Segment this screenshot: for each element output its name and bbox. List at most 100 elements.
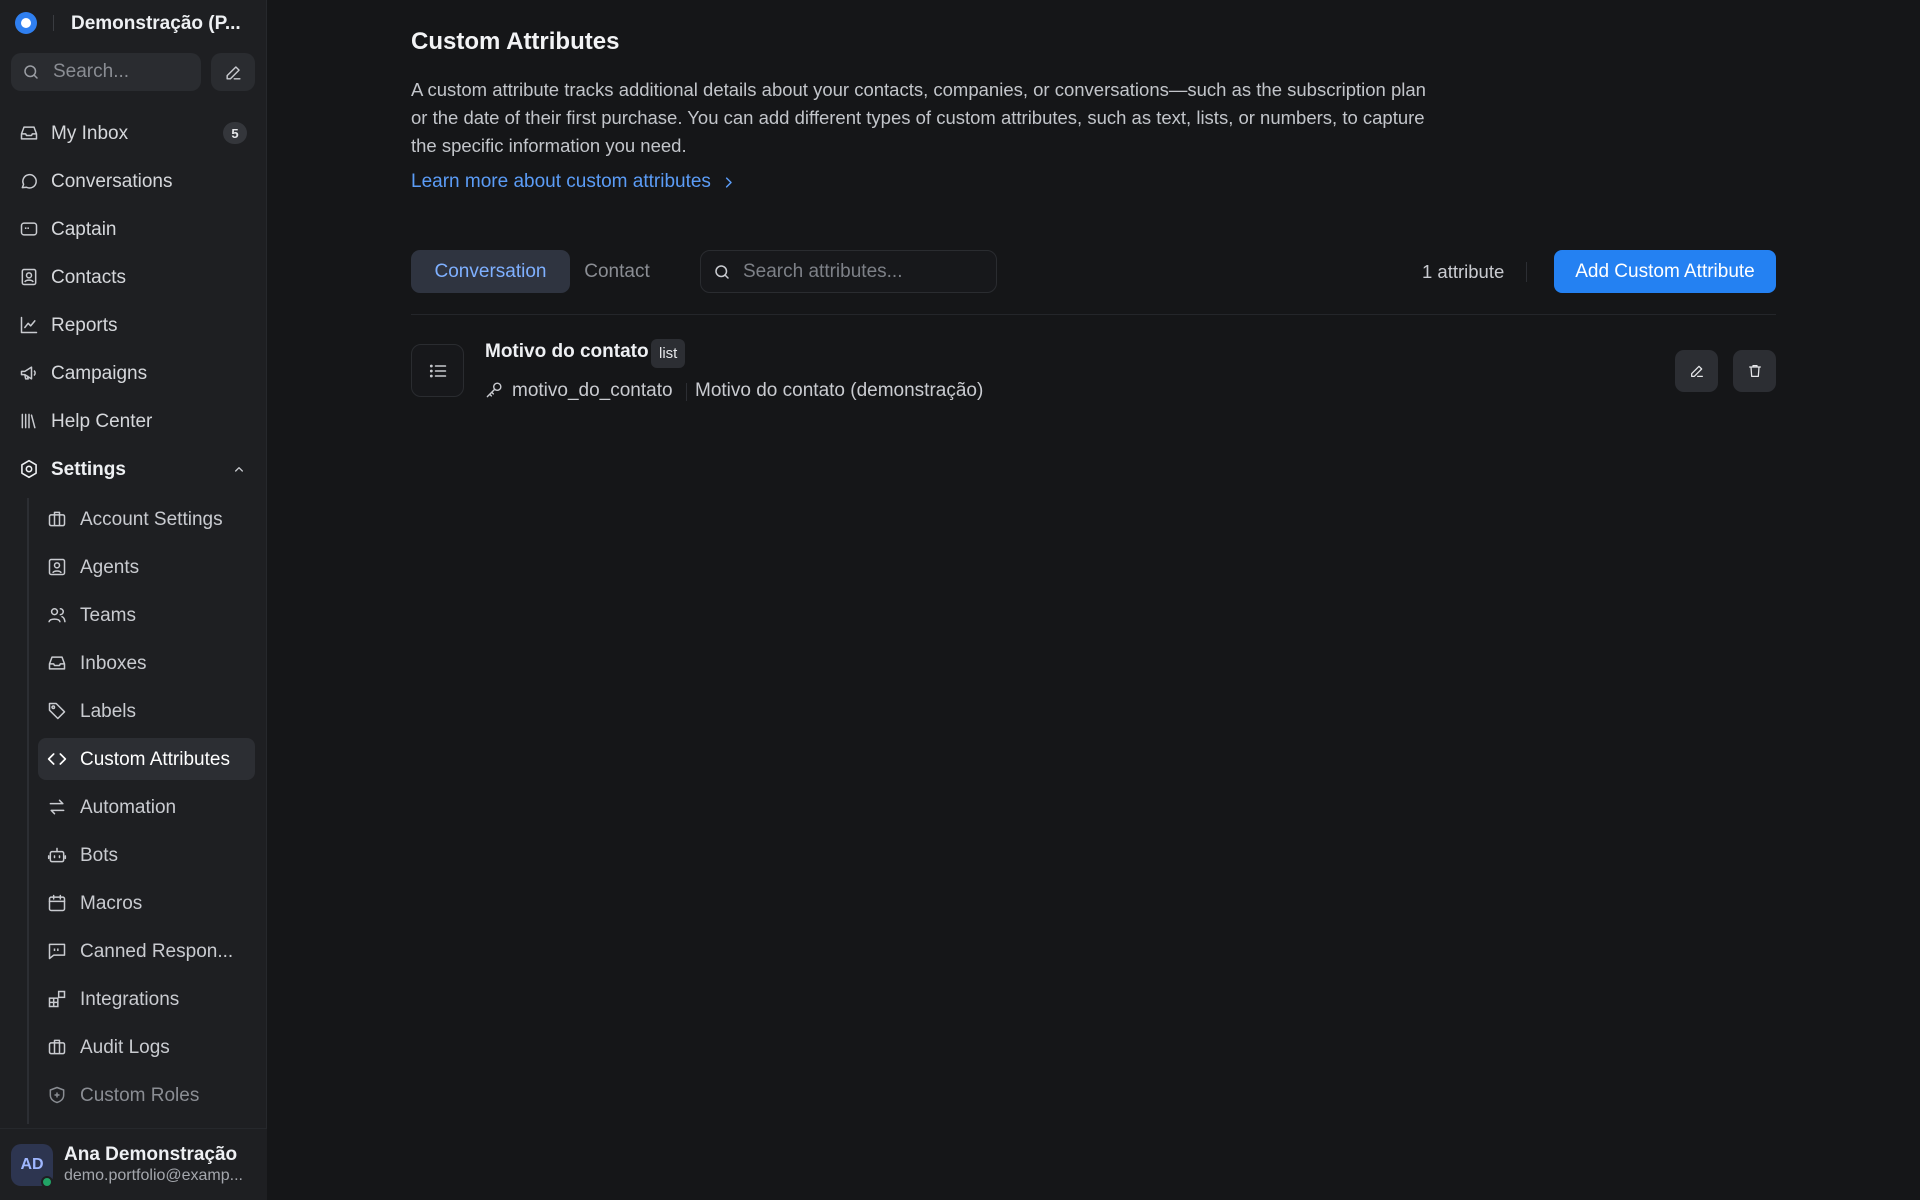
sidebar-item-my-inbox[interactable]: My Inbox 5 — [11, 113, 255, 153]
sidebar-item-contacts[interactable]: Contacts — [11, 257, 255, 297]
search-icon — [713, 263, 731, 281]
account-switcher[interactable]: Demonstração (P... — [0, 0, 267, 48]
delete-attribute-button[interactable] — [1733, 350, 1776, 392]
sidebar-item-inboxes[interactable]: Inboxes — [38, 642, 255, 684]
sidebar-item-settings[interactable]: Settings — [11, 449, 255, 489]
sidebar-item-custom-roles[interactable]: Custom Roles — [38, 1074, 255, 1116]
sidebar-item-macros[interactable]: Macros — [38, 882, 255, 924]
sidebar-item-conversations[interactable]: Conversations — [11, 161, 255, 201]
sidebar-item-label: Custom Roles — [80, 1085, 200, 1106]
attribute-description: Motivo do contato (demonstração) — [695, 380, 984, 401]
tab-contact[interactable]: Contact — [570, 250, 664, 293]
calendar-icon — [47, 893, 67, 913]
sidebar-item-label: Agents — [80, 557, 140, 578]
chat-bubble-icon — [19, 171, 39, 191]
account-name: Demonstração (P... — [71, 13, 241, 34]
sidebar-item-labels[interactable]: Labels — [38, 690, 255, 732]
attribute-name: Motivo do contato — [485, 341, 649, 362]
sidebar: Demonstração (P... My Inbox 5 Conversati… — [0, 0, 267, 1200]
online-status-dot — [41, 1176, 53, 1188]
sidebar-item-label: Captain — [51, 219, 117, 240]
list-divider — [411, 314, 1776, 315]
sidebar-item-label: Audit Logs — [80, 1037, 170, 1058]
sidebar-item-label: Teams — [80, 605, 136, 626]
captain-icon — [19, 219, 39, 239]
edit-attribute-button[interactable] — [1675, 350, 1718, 392]
sidebar-item-label: Macros — [80, 893, 143, 914]
bot-icon — [47, 845, 67, 865]
sidebar-item-campaigns[interactable]: Campaigns — [11, 353, 255, 393]
count-divider — [1526, 262, 1527, 282]
attribute-separator — [686, 383, 687, 401]
contact-card-icon — [19, 267, 39, 287]
sidebar-item-help-center[interactable]: Help Center — [11, 401, 255, 441]
list-type-icon — [411, 344, 464, 397]
users-icon — [47, 605, 67, 625]
attribute-key: motivo_do_contato — [512, 380, 673, 401]
briefcase-icon — [47, 509, 67, 529]
sidebar-item-bots[interactable]: Bots — [38, 834, 255, 876]
sidebar-item-captain[interactable]: Captain — [11, 209, 255, 249]
learn-more-link[interactable]: Learn more about custom attributes — [411, 171, 736, 193]
sidebar-item-canned-responses[interactable]: Canned Respon... — [38, 930, 255, 972]
sidebar-item-label: My Inbox — [51, 123, 129, 144]
sidebar-item-label: Bots — [80, 845, 119, 866]
sidebar-item-account-settings[interactable]: Account Settings — [38, 498, 255, 540]
search-icon — [22, 63, 40, 81]
pencil-icon — [1689, 363, 1705, 379]
arrows-swap-icon — [47, 797, 67, 817]
message-quote-icon — [47, 941, 67, 961]
sidebar-item-label: Reports — [51, 315, 118, 336]
shield-icon — [47, 1085, 67, 1105]
briefcase-icon — [47, 1037, 67, 1057]
attribute-search-input[interactable] — [743, 251, 988, 292]
add-custom-attribute-button[interactable]: Add Custom Attribute — [1554, 250, 1776, 293]
edit-pencil-icon — [224, 63, 243, 82]
page-description: A custom attribute tracks additional det… — [411, 79, 1426, 156]
blocks-icon — [47, 989, 67, 1009]
megaphone-icon — [19, 363, 39, 383]
sidebar-item-reports[interactable]: Reports — [11, 305, 255, 345]
settings-tree-line — [27, 498, 29, 1124]
sidebar-search[interactable] — [11, 53, 201, 91]
sidebar-item-agents[interactable]: Agents — [38, 546, 255, 588]
settings-icon — [19, 459, 39, 479]
learn-more-label: Learn more about custom attributes — [411, 171, 711, 192]
sidebar-item-custom-attributes[interactable]: Custom Attributes — [38, 738, 255, 780]
user-profile-menu[interactable]: AD Ana Demonstração demo.portfolio@examp… — [0, 1128, 267, 1200]
attribute-row: Motivo do contato list motivo_do_contato… — [411, 339, 1776, 403]
sidebar-item-label: Canned Respon... — [80, 941, 234, 962]
page-title: Custom Attributes — [411, 28, 620, 55]
tab-conversation[interactable]: Conversation — [411, 250, 570, 293]
trash-icon — [1747, 363, 1763, 379]
sidebar-item-label: Integrations — [80, 989, 180, 1010]
sidebar-item-audit-logs[interactable]: Audit Logs — [38, 1026, 255, 1068]
code-icon — [47, 749, 67, 769]
user-square-icon — [47, 557, 67, 577]
sidebar-item-label: Account Settings — [80, 509, 223, 530]
sidebar-item-integrations[interactable]: Integrations — [38, 978, 255, 1020]
attribute-search[interactable] — [700, 250, 997, 293]
sidebar-item-label: Labels — [80, 701, 136, 722]
library-icon — [19, 411, 39, 431]
key-icon — [485, 380, 504, 399]
sidebar-item-automation[interactable]: Automation — [38, 786, 255, 828]
attribute-count: 1 attribute — [1422, 261, 1505, 282]
line-chart-icon — [19, 315, 39, 335]
sidebar-item-label: Help Center — [51, 411, 153, 432]
sidebar-item-label: Contacts — [51, 267, 126, 288]
tag-icon — [47, 701, 67, 721]
compose-button[interactable] — [211, 53, 255, 91]
chevron-right-icon — [721, 175, 736, 190]
sidebar-search-input[interactable] — [53, 53, 193, 91]
user-name: Ana Demonstração — [64, 1144, 238, 1165]
inbox-icon — [47, 653, 67, 673]
sidebar-item-teams[interactable]: Teams — [38, 594, 255, 636]
sidebar-item-label: Custom Attributes — [80, 749, 230, 770]
sidebar-item-label: Automation — [80, 797, 177, 818]
sidebar-item-label: Conversations — [51, 171, 173, 192]
inbox-icon — [19, 123, 39, 143]
sidebar-item-label: Campaigns — [51, 363, 148, 384]
attribute-type-badge: list — [651, 339, 686, 368]
chevron-up-icon — [231, 461, 247, 477]
